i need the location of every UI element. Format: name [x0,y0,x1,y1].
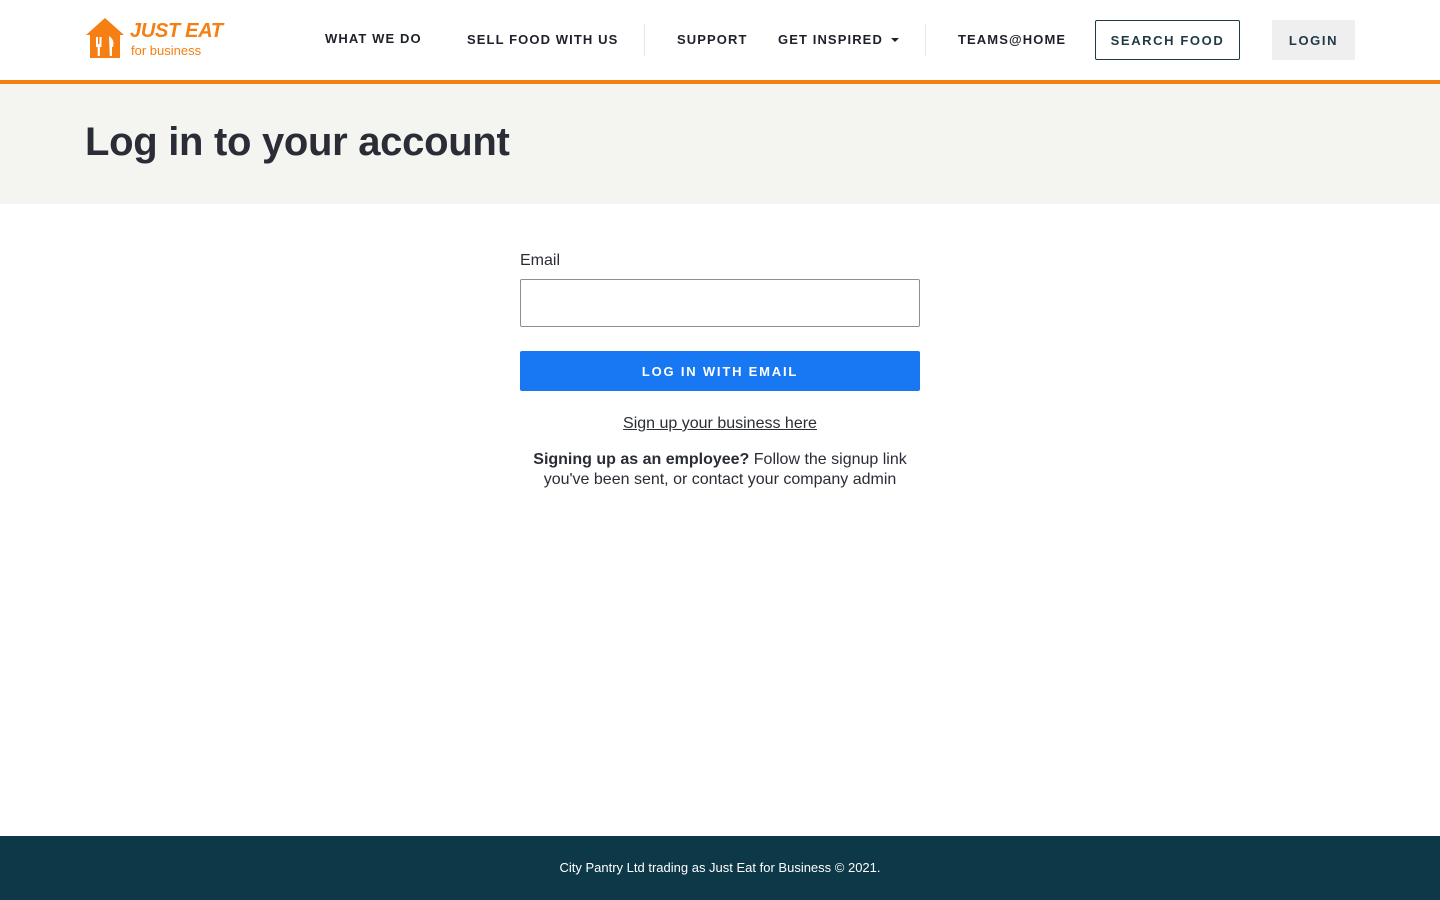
employee-note-heading: Signing up as an employee? [533,451,750,468]
brand-tagline: for business [131,43,202,58]
site-header: JUST EAT for business WHAT WE DO SELL FO… [0,0,1440,80]
footer-copyright: City Pantry Ltd trading as Just Eat for … [559,860,881,875]
employee-note: Signing up as an employee? Follow the si… [520,450,920,490]
nav-sell-food[interactable]: SELL FOOD WITH US [467,32,618,47]
house-cutlery-icon [86,18,124,58]
site-footer: City Pantry Ltd trading as Just Eat for … [0,836,1440,900]
login-with-email-button[interactable]: LOG IN WITH EMAIL [520,351,920,391]
brand-name: JUST EAT [130,20,223,42]
nav-what-we-do[interactable]: WHAT WE DO [325,31,422,46]
nav-get-inspired[interactable]: GET INSPIRED [778,32,899,47]
brand-logo[interactable]: JUST EAT for business [85,17,225,59]
caret-down-icon [890,37,899,42]
login-button[interactable]: LOGIN [1272,20,1355,60]
page-title: Log in to your account [85,120,510,164]
search-food-button[interactable]: SEARCH FOOD [1095,20,1240,60]
nav-divider [644,24,645,56]
nav-divider [925,24,926,56]
email-field[interactable] [520,279,920,327]
signup-business-link[interactable]: Sign up your business here [520,415,920,433]
page-hero: Log in to your account [0,84,1440,204]
nav-get-inspired-label: GET INSPIRED [778,32,883,47]
nav-support[interactable]: SUPPORT [677,32,748,47]
email-label: Email [520,252,561,269]
nav-teams-at-home[interactable]: TEAMS@HOME [958,32,1066,47]
